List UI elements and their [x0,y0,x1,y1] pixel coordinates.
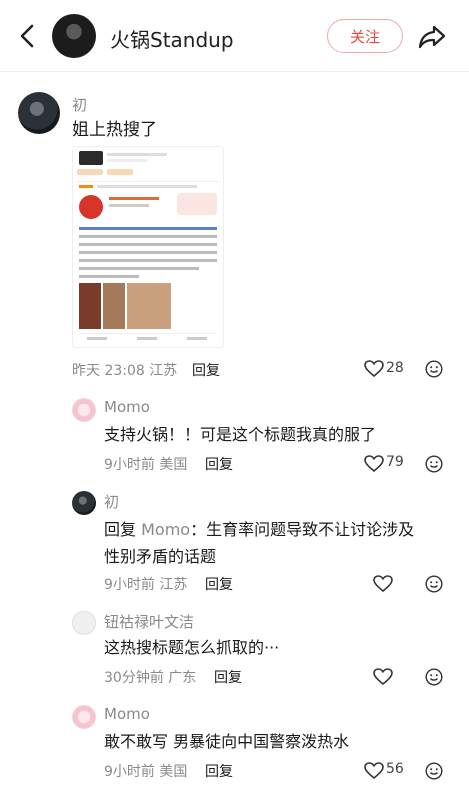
heart-outline-icon[interactable] [364,360,384,378]
reply-button[interactable]: 回复 [205,761,233,781]
channel-avatar[interactable] [52,14,96,58]
smiley-icon[interactable] [425,360,443,378]
avatar[interactable] [72,611,96,635]
heart-outline-icon[interactable] [364,455,384,473]
comment-username[interactable]: Momo [104,398,150,416]
mention-link[interactable]: Momo [141,520,190,539]
comment-location: 美国 [159,457,188,473]
post-time: 昨天 23:08 江苏 [72,360,177,380]
comment-meta: 9小时前 江苏 [104,574,187,594]
avatar[interactable] [72,705,96,729]
post-image[interactable] [72,146,224,348]
reply-button[interactable]: 回复 [205,574,233,594]
heart-outline-icon[interactable] [373,575,393,593]
share-arrow-icon[interactable] [417,22,447,50]
top-bar: 火锅Standup 关注 [0,0,469,72]
comment-time: 9小时前 [104,577,155,593]
post-time-text: 昨天 23:08 [72,363,145,379]
avatar[interactable] [72,491,96,515]
comment-text-line1: ：生育率问题导致不让讨论涉及 [190,520,415,539]
comment-text: 回复 Momo：生育率问题导致不让讨论涉及 性别矛盾的话题 [104,516,454,570]
post-location: 江苏 [149,363,178,379]
comment-text: 支持火锅！！可是这个标题我真的服了 [104,425,377,444]
comment-location: 美国 [159,764,188,780]
comment-text: 敢不敢写 男暴徒向中国警察泼热水 [104,732,350,751]
comment-location: 广东 [168,670,197,686]
comment-like-count: 79 [386,454,404,470]
avatar[interactable] [18,92,60,134]
chevron-left-icon[interactable] [14,22,42,50]
comment-time: 30分钟前 [104,670,164,686]
comment-like-count: 56 [386,761,404,777]
post-username[interactable]: 初 [72,94,87,115]
post-like-count: 28 [386,360,404,376]
avatar[interactable] [72,398,96,422]
smiley-icon[interactable] [425,668,443,686]
channel-title: 火锅Standup [110,28,234,52]
reply-button[interactable]: 回复 [214,667,242,687]
comment-text: 这热搜标题怎么抓取的··· [104,638,280,657]
smiley-icon[interactable] [425,575,443,593]
comment-time: 9小时前 [104,764,155,780]
smiley-icon[interactable] [425,762,443,780]
comment-meta: 9小时前 美国 [104,454,187,474]
comment-location: 江苏 [159,577,188,593]
comment-meta: 30分钟前 广东 [104,667,196,687]
follow-button[interactable]: 关注 [327,19,403,53]
comment-username[interactable]: Momo [104,705,150,723]
reply-prefix: 回复 [104,520,137,539]
reply-button[interactable]: 回复 [192,360,220,380]
comment-username[interactable]: 钮祜禄叶文洁 [104,611,194,632]
heart-outline-icon[interactable] [373,668,393,686]
comment-text-line2: 性别矛盾的话题 [104,547,217,566]
smiley-icon[interactable] [425,455,443,473]
heart-outline-icon[interactable] [364,762,384,780]
post-text: 姐上热搜了 [72,120,157,140]
comment-username[interactable]: 初 [104,491,119,512]
comment-time: 9小时前 [104,457,155,473]
comment-meta: 9小时前 美国 [104,761,187,781]
reply-button[interactable]: 回复 [205,454,233,474]
